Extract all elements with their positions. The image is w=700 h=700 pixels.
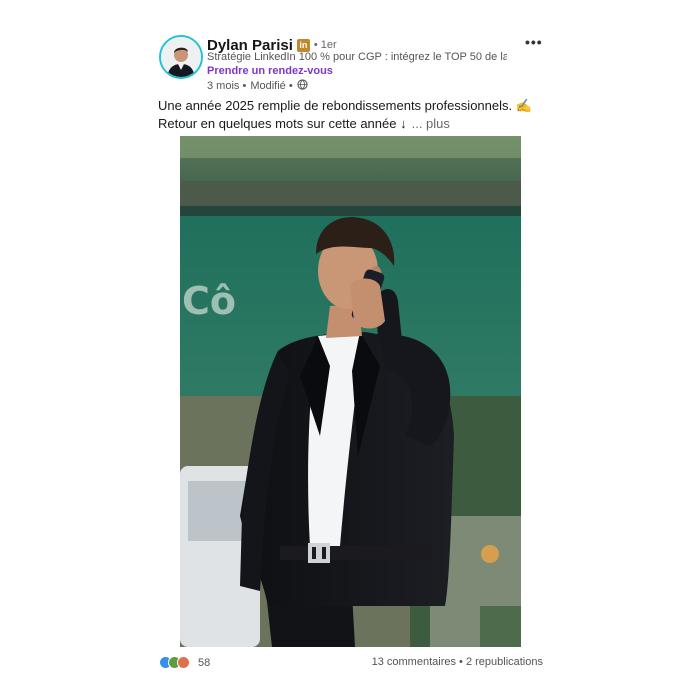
linkedin-icon: in bbox=[296, 38, 310, 52]
see-more-link[interactable]: ... plus bbox=[412, 116, 450, 131]
connection-degree: • 1er bbox=[313, 39, 337, 51]
author-avatar[interactable] bbox=[159, 35, 203, 79]
post-line-2-wrap: Retour en quelques mots sur cette année … bbox=[158, 115, 532, 133]
reaction-icons bbox=[159, 656, 190, 669]
reaction-count: 58 bbox=[198, 656, 211, 669]
more-options-button[interactable]: ••• bbox=[525, 34, 543, 50]
post-meta: 3 mois • Modifié • bbox=[207, 79, 308, 93]
post-image[interactable]: Cô bbox=[180, 136, 521, 647]
author-headline: Stratégie LinkedIn 100 % pour CGP : inté… bbox=[207, 51, 507, 63]
book-appointment-link[interactable]: Prendre un rendez-vous bbox=[207, 65, 333, 77]
reactions-summary[interactable]: 58 bbox=[159, 656, 210, 669]
svg-text:Cô: Cô bbox=[182, 279, 236, 323]
post-line-1: Une année 2025 remplie de rebondissement… bbox=[158, 98, 532, 113]
avatar-photo bbox=[161, 37, 201, 77]
post-time: 3 mois • bbox=[207, 80, 247, 92]
post-stats[interactable]: 13 commentaires • 2 republications bbox=[372, 656, 543, 668]
love-icon bbox=[177, 656, 190, 669]
post-text: Une année 2025 remplie de rebondissement… bbox=[158, 97, 532, 133]
post-edited: Modifié • bbox=[250, 80, 293, 92]
globe-icon bbox=[297, 79, 308, 93]
post-line-2: Retour en quelques mots sur cette année … bbox=[158, 116, 407, 131]
